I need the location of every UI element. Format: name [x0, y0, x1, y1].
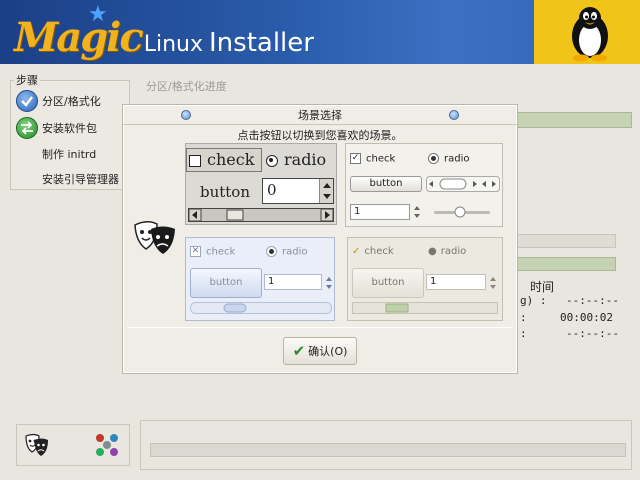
- theme-preview-clean[interactable]: ✓ check radio button 1: [345, 143, 503, 227]
- theme-select-dialog: 场景选择 点击按钮以切换到您喜欢的场景。 check radio button …: [122, 104, 518, 374]
- progress-bar: [516, 112, 632, 128]
- spin-preview[interactable]: 1: [350, 204, 410, 220]
- theme-preview-classic[interactable]: check radio button 0: [185, 143, 337, 225]
- time-prefix: :: [520, 311, 527, 324]
- step-partition: 分区/格式化: [16, 90, 101, 112]
- time-prefix: :: [520, 327, 527, 340]
- spin-preview[interactable]: 1: [264, 274, 322, 290]
- time-prefix: g) :: [520, 294, 547, 307]
- radio-preview[interactable]: ● radio: [428, 246, 466, 257]
- magic-linux-logo: MagicLinux Installer: [14, 14, 314, 61]
- check-circle-icon: [16, 90, 38, 112]
- masks-icon: [133, 217, 179, 257]
- checkbox-preview[interactable]: check: [186, 148, 262, 172]
- step-initrd: 制作 initrd: [42, 143, 96, 165]
- package-grid-icon: [96, 434, 118, 456]
- scrollbar-preview[interactable]: [190, 302, 332, 314]
- progress-bar: [516, 257, 616, 271]
- time-value: --:--:--: [566, 294, 619, 307]
- packages-button[interactable]: [93, 431, 121, 459]
- arrows-swap-icon: [16, 117, 38, 139]
- dialog-title: 场景选择: [298, 108, 342, 122]
- tux-penguin-icon: [560, 2, 620, 62]
- step-label: 安装软件包: [42, 122, 97, 135]
- bottom-toolbar: [16, 424, 130, 466]
- step-install-packages: 安装软件包: [16, 117, 97, 139]
- scrollbar-preview[interactable]: [352, 302, 498, 314]
- dialog-instruction: 点击按钮以切换到您喜欢的场景。: [237, 129, 403, 142]
- confirm-button[interactable]: ✔ 确认(O): [283, 337, 357, 365]
- spin-arrows-icon[interactable]: [488, 274, 498, 292]
- spin-arrows-icon[interactable]: [412, 204, 422, 220]
- button-preview[interactable]: button: [350, 176, 422, 192]
- theme-preview-blue[interactable]: ✕ check radio button 1: [185, 237, 335, 321]
- dialog-separator: [127, 327, 513, 328]
- time-label: 时间: [530, 280, 555, 294]
- checkbox-preview[interactable]: ✓ check: [352, 246, 394, 257]
- steps-title: 步骤: [14, 72, 40, 88]
- spin-preview[interactable]: 1: [426, 274, 486, 290]
- button-preview[interactable]: button: [190, 268, 262, 298]
- radio-preview[interactable]: radio: [266, 246, 307, 258]
- step-label: 制作 initrd: [42, 148, 97, 161]
- button-preview[interactable]: button: [192, 180, 258, 204]
- titlebar-dot-icon[interactable]: [449, 110, 459, 120]
- scrollbar-preview[interactable]: [426, 176, 500, 192]
- overall-progress-bar: [150, 443, 626, 457]
- radio-preview[interactable]: radio: [266, 150, 326, 169]
- step-label: 分区/格式化: [42, 95, 101, 108]
- masks-icon: [25, 433, 48, 456]
- spin-arrows-icon[interactable]: [324, 274, 334, 292]
- theme-preview-gray[interactable]: ✓ check ● radio button 1: [347, 237, 503, 321]
- radio-preview[interactable]: radio: [428, 153, 469, 165]
- titlebar-dot-icon[interactable]: [181, 110, 191, 120]
- time-value: 00:00:02: [560, 311, 613, 324]
- scrollbar-preview[interactable]: [188, 208, 334, 222]
- star-icon: ★: [88, 2, 108, 27]
- step-label: 安装引导管理器: [42, 173, 119, 186]
- checkbox-preview[interactable]: ✓ check: [350, 153, 395, 165]
- spin-preview[interactable]: 0: [262, 178, 334, 204]
- step-bootloader: 安装引导管理器: [42, 168, 119, 190]
- checkmark-icon: ✔: [292, 342, 306, 360]
- section-title: 分区/格式化进度: [146, 80, 227, 93]
- time-value: --:--:--: [566, 327, 619, 340]
- progress-track: [516, 234, 616, 248]
- button-preview[interactable]: button: [352, 268, 424, 298]
- checkbox-preview[interactable]: ✕ check: [190, 246, 235, 258]
- slider-preview[interactable]: [434, 206, 490, 218]
- theme-masks-button[interactable]: [23, 431, 51, 459]
- confirm-button-label: 确认(O): [308, 345, 348, 358]
